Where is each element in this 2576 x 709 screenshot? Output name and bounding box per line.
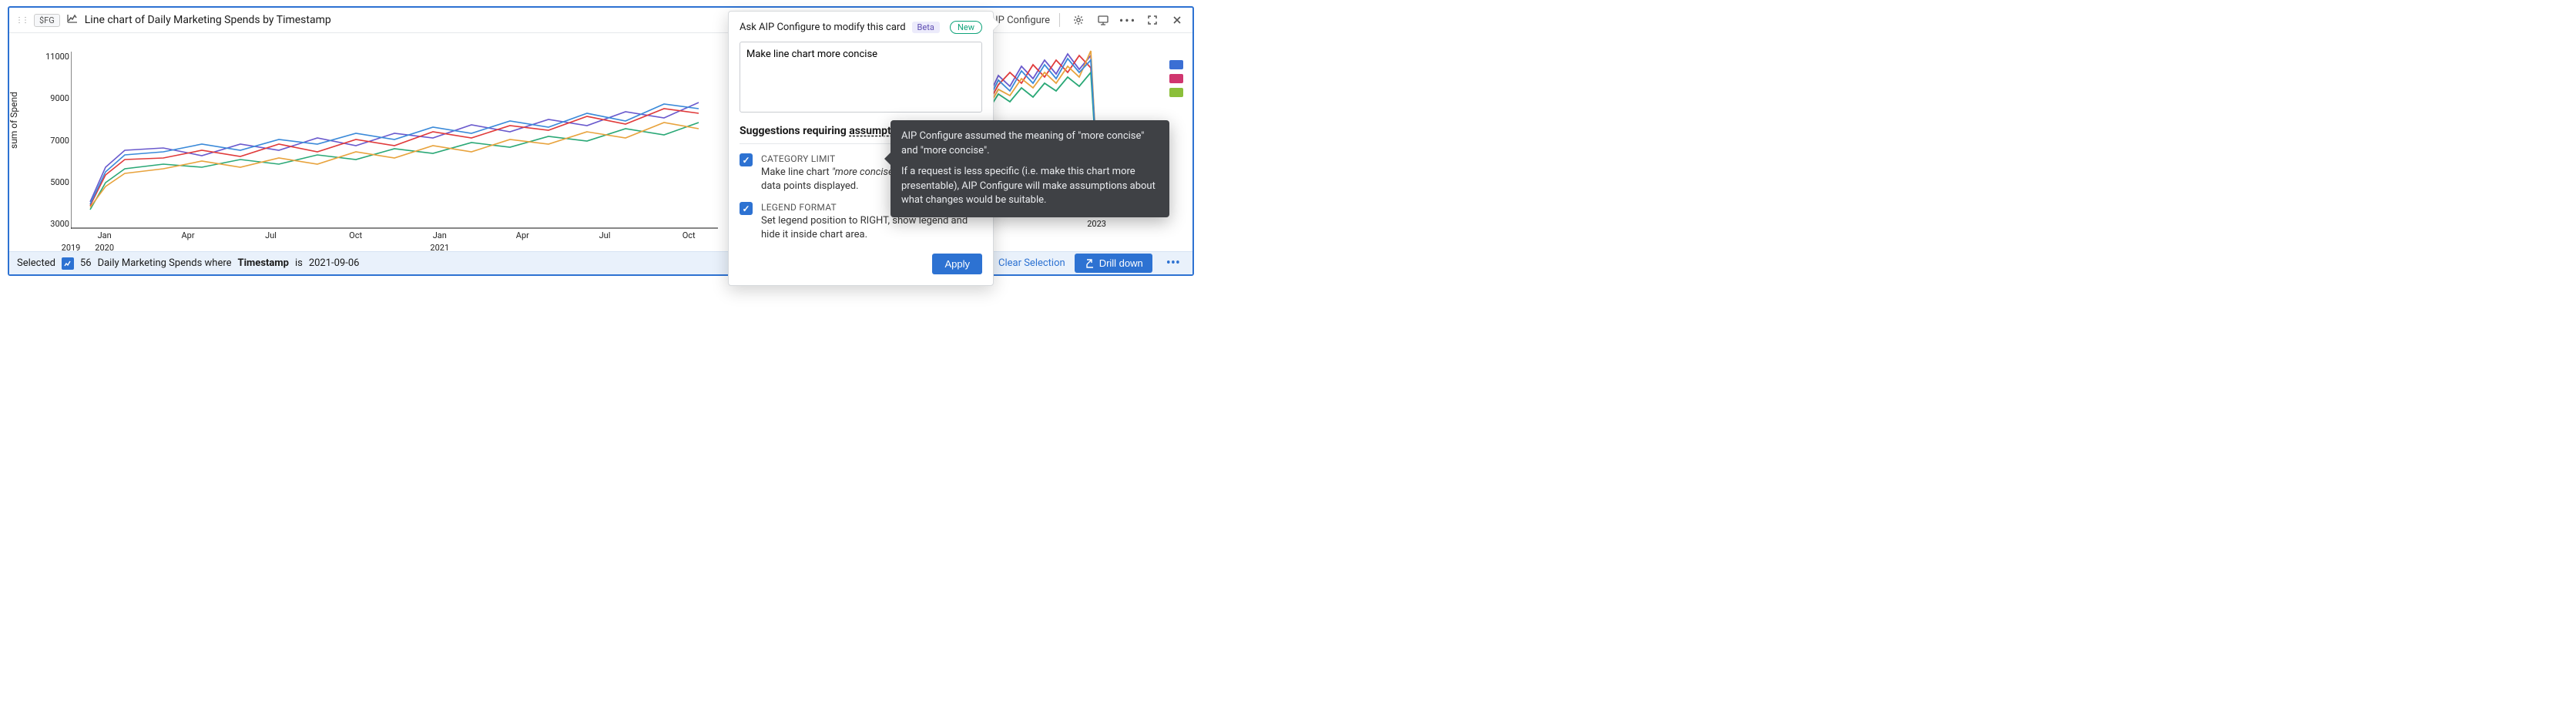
suggestion-checkbox[interactable] xyxy=(740,202,753,215)
selection-icon xyxy=(62,257,74,270)
gear-icon[interactable] xyxy=(1069,11,1088,29)
selection-object: Daily Marketing Spends where xyxy=(98,257,232,269)
more-icon[interactable]: ••• xyxy=(1119,11,1137,29)
legend-swatch xyxy=(1169,88,1183,97)
suggestion-checkbox[interactable] xyxy=(740,153,753,166)
selection-field: Timestamp xyxy=(238,257,289,269)
selection-count: 56 xyxy=(80,257,92,269)
x-axis-ticks: Jan Apr Jul Oct Jan Apr Jul Oct xyxy=(71,230,718,241)
selection-is: is xyxy=(295,257,303,269)
line-chart-icon xyxy=(66,12,79,28)
aip-prompt-label: Ask AIP Configure to modify this card xyxy=(740,22,906,33)
selection-value: 2021-09-06 xyxy=(309,257,360,269)
presentation-icon[interactable] xyxy=(1094,11,1112,29)
clear-selection-link[interactable]: Clear Selection xyxy=(998,257,1065,269)
expand-icon[interactable] xyxy=(1143,11,1162,29)
card-header: ⋮⋮ $FG Line chart of Daily Marketing Spe… xyxy=(9,8,1192,33)
new-badge: New xyxy=(950,21,982,34)
close-icon[interactable] xyxy=(1168,11,1186,29)
aip-input[interactable] xyxy=(740,42,982,113)
chart-plot-area[interactable] xyxy=(71,52,718,229)
selected-label: Selected xyxy=(17,257,55,269)
beta-badge: Beta xyxy=(912,22,940,33)
drill-down-button[interactable]: Drill down xyxy=(1075,254,1152,273)
legend-swatch xyxy=(1169,60,1183,69)
suggestion-description: Set legend position to RIGHT, show legen… xyxy=(761,214,982,241)
assumption-tooltip: AIP Configure assumed the meaning of "mo… xyxy=(891,120,1169,217)
legend-swatch xyxy=(1169,74,1183,83)
apply-button[interactable]: Apply xyxy=(932,254,982,274)
y-axis-ticks: 11000 9000 7000 5000 3000 xyxy=(40,52,69,229)
selection-footer: Selected 56 Daily Marketing Spends where… xyxy=(9,251,1192,274)
function-group-pill[interactable]: $FG xyxy=(34,14,60,27)
y-axis-label: sum of Spend xyxy=(8,92,19,149)
card-title: Line chart of Daily Marketing Spends by … xyxy=(85,14,331,26)
footer-more-icon[interactable]: ••• xyxy=(1162,255,1185,271)
drag-handle-icon[interactable]: ⋮⋮ xyxy=(15,16,28,25)
main-chart[interactable]: sum of Spend 11000 9000 7000 5000 3000 xyxy=(9,33,726,260)
legend xyxy=(1169,60,1183,97)
